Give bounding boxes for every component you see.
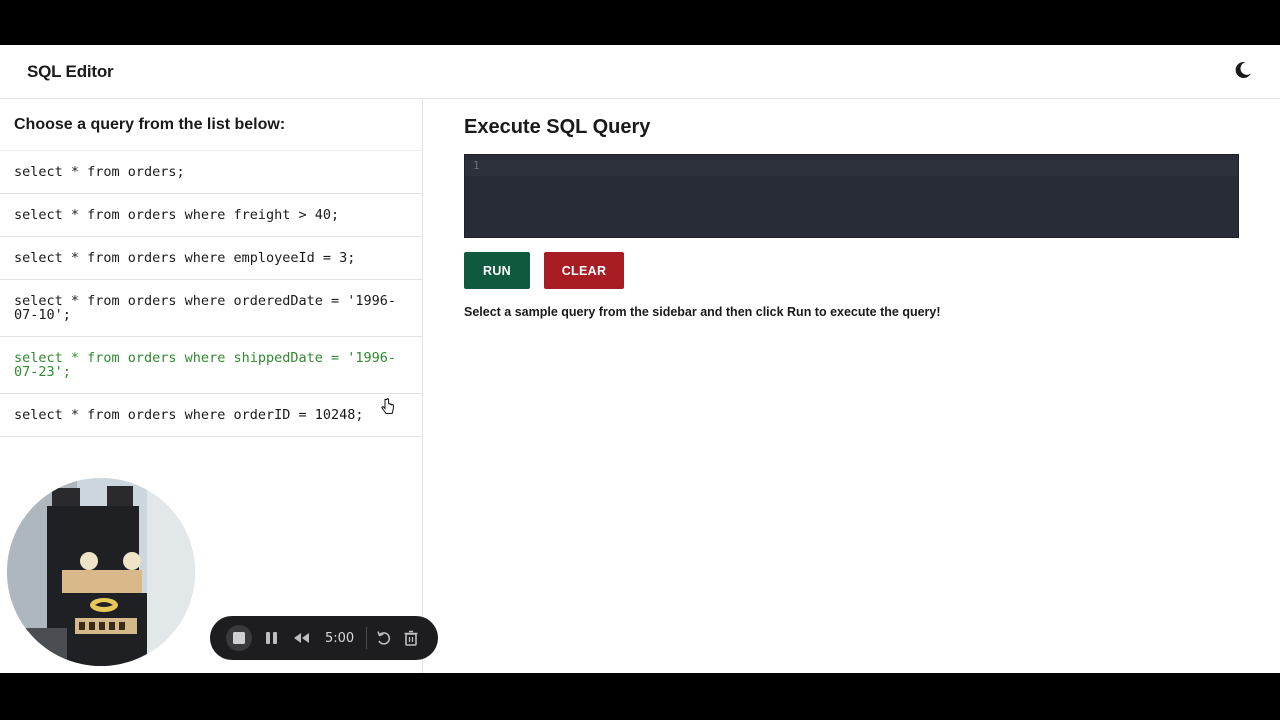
rewind-icon (294, 633, 309, 643)
query-list: select * from orders; select * from orde… (0, 150, 422, 437)
restart-button[interactable] (372, 626, 396, 650)
query-item-active[interactable]: select * from orders where shippedDate =… (0, 337, 422, 394)
sql-code-editor[interactable]: 1 (464, 154, 1239, 238)
sidebar-heading: Choose a query from the list below: (14, 116, 286, 133)
webcam-overlay (7, 478, 195, 666)
trash-icon (404, 630, 418, 646)
pause-icon (266, 632, 277, 644)
hand-cursor-icon (381, 398, 395, 418)
divider (366, 627, 367, 649)
app-window: SQL Editor Choose a query from the list … (0, 45, 1280, 673)
active-line-highlight (465, 160, 1238, 176)
run-button[interactable]: RUN (464, 252, 530, 289)
app-title: SQL Editor (27, 62, 114, 81)
instruction-text: Select a sample query from the sidebar a… (464, 305, 941, 319)
pause-button[interactable] (260, 626, 284, 650)
clear-button[interactable]: CLEAR (544, 252, 624, 289)
stop-icon (233, 632, 245, 644)
moon-icon[interactable] (1232, 59, 1254, 81)
delete-button[interactable] (399, 626, 423, 650)
query-item[interactable]: select * from orders where orderedDate =… (0, 280, 422, 337)
stop-button[interactable] (226, 625, 252, 651)
query-item[interactable]: select * from orders; (0, 151, 422, 194)
line-number: 1 (473, 159, 480, 172)
page-title: Execute SQL Query (464, 116, 651, 138)
rewind-button[interactable] (290, 626, 314, 650)
top-navbar: SQL Editor (0, 45, 1280, 99)
recording-timer: 5:00 (325, 631, 355, 646)
query-item[interactable]: select * from orders where employeeId = … (0, 237, 422, 280)
screen-recorder-controls: 5:00 (210, 616, 438, 660)
lego-batman-figure-image (7, 478, 195, 666)
restart-icon (377, 631, 391, 645)
query-item[interactable]: select * from orders where orderID = 102… (0, 394, 422, 437)
query-item[interactable]: select * from orders where freight > 40; (0, 194, 422, 237)
main-panel: Execute SQL Query 1 RUN CLEAR Select a s… (424, 99, 1280, 673)
